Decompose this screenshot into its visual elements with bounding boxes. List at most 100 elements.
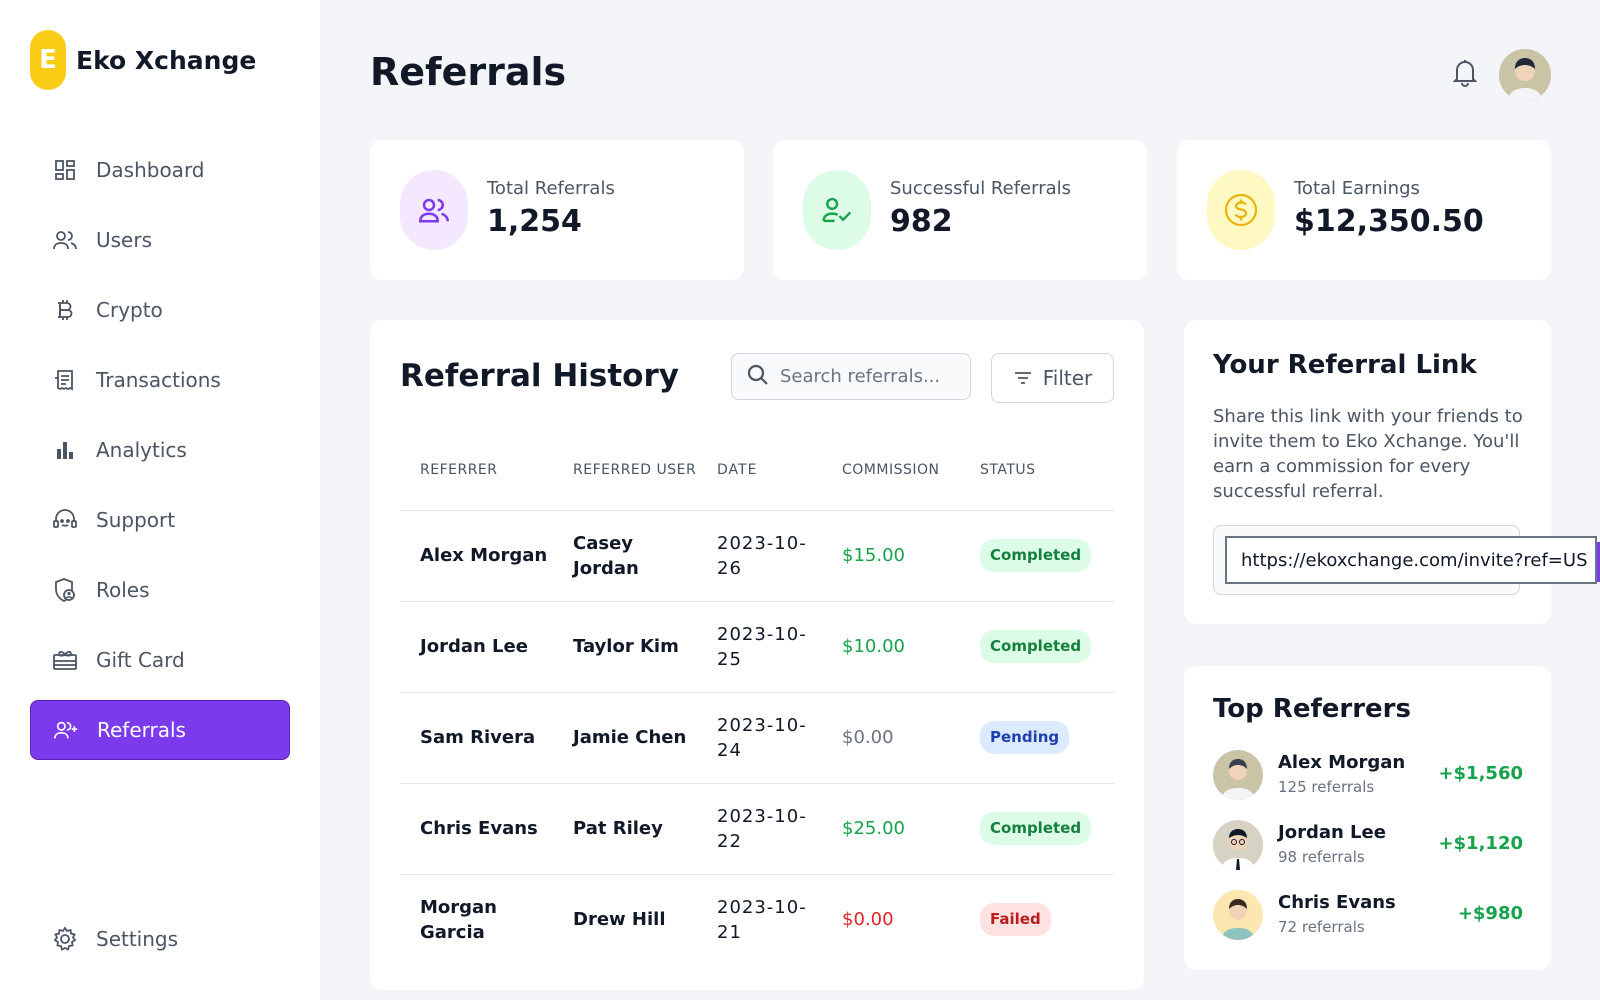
cell-commission: $0.00: [822, 692, 960, 784]
sidebar-item-dashboard[interactable]: Dashboard: [30, 140, 290, 200]
table-row[interactable]: Morgan Garcia Drew Hill 2023-10-21 $0.00…: [400, 874, 1114, 965]
gear-icon: [52, 926, 78, 952]
search-input[interactable]: [780, 366, 960, 387]
cell-referrer: Alex Morgan: [400, 510, 553, 602]
table-header-row: REFERRER REFERRED USER DATE COMMISSION S…: [400, 430, 1114, 511]
avatar: [1213, 890, 1263, 940]
sidebar-item-label: Transactions: [96, 368, 221, 392]
sidebar-item-referrals[interactable]: Referrals: [30, 700, 290, 760]
top-referrer-item[interactable]: Jordan Lee 98 referrals +$1,120: [1213, 820, 1523, 872]
page-title: Referrals: [370, 50, 567, 94]
cell-date: 2023-10-25: [697, 601, 822, 693]
cell-referrer: Morgan Garcia: [420, 896, 498, 943]
top-referrers-card: Top Referrers Alex Morgan 125 referrals …: [1184, 666, 1551, 970]
referral-link-title: Your Referral Link: [1213, 350, 1477, 380]
sidebar-item-transactions[interactable]: Transactions: [30, 350, 290, 410]
stat-label: Total Referrals: [487, 178, 615, 199]
notification-bell-icon[interactable]: [1451, 57, 1479, 87]
sidebar-item-label: Gift Card: [96, 648, 185, 672]
sidebar-item-roles[interactable]: Roles: [30, 560, 290, 620]
stat-value: 1,254: [487, 204, 582, 239]
stat-value: 982: [890, 204, 953, 239]
stat-card-total-referrals: Total Referrals 1,254: [370, 140, 744, 280]
cell-date: 2023-10-24: [697, 692, 822, 784]
sidebar-item-label: Crypto: [96, 298, 163, 322]
cell-commission: $0.00: [842, 909, 894, 931]
sidebar-item-settings[interactable]: Settings: [30, 909, 290, 969]
column-header-commission[interactable]: COMMISSION: [822, 430, 960, 511]
top-referrer-item[interactable]: Chris Evans 72 referrals +$980: [1213, 890, 1523, 942]
brand[interactable]: E Eko Xchange: [30, 30, 256, 90]
cell-referrer: Chris Evans: [400, 783, 553, 875]
receipt-icon: [52, 367, 78, 393]
table-row[interactable]: Jordan Lee Taylor Kim 2023-10-25 $10.00 …: [400, 601, 1114, 693]
referral-history-title: Referral History: [400, 358, 679, 394]
cell-date: 2023-10-21: [717, 896, 807, 943]
cell-status: Failed: [960, 874, 1114, 965]
search-icon: [746, 363, 770, 391]
referral-link-input[interactable]: [1225, 536, 1597, 584]
users-icon: [52, 227, 78, 253]
status-badge: Pending: [980, 721, 1070, 754]
avatar: [1213, 820, 1263, 870]
user-avatar[interactable]: [1499, 49, 1551, 101]
referrer-name: Chris Evans: [1278, 892, 1396, 913]
sidebar-item-crypto[interactable]: Crypto: [30, 280, 290, 340]
column-header-status[interactable]: STATUS: [960, 430, 1114, 511]
users-icon: [400, 170, 468, 250]
cell-referred-user: Drew Hill: [573, 909, 666, 931]
sidebar-item-gift-card[interactable]: Gift Card: [30, 630, 290, 690]
user-check-icon: [803, 170, 871, 250]
search-box[interactable]: [731, 353, 971, 400]
filter-label: Filter: [1042, 366, 1093, 390]
table-row[interactable]: Chris Evans Pat Riley 2023-10-22 $25.00 …: [400, 783, 1114, 875]
sidebar-item-users[interactable]: Users: [30, 210, 290, 270]
gift-card-icon: [52, 647, 78, 673]
cell-referred-user: Taylor Kim: [553, 601, 697, 693]
stat-label: Successful Referrals: [890, 178, 1072, 199]
referrer-name: Alex Morgan: [1278, 752, 1406, 773]
cell-commission: $25.00: [822, 783, 960, 875]
referral-table: REFERRER REFERRED USER DATE COMMISSION S…: [400, 430, 1114, 965]
filter-button[interactable]: Filter: [991, 353, 1114, 403]
stat-card-successful-referrals: Successful Referrals 982: [773, 140, 1147, 280]
cell-referrer: Sam Rivera: [400, 692, 553, 784]
headset-icon: [52, 507, 78, 533]
cell-status: Completed: [960, 601, 1114, 693]
sidebar-item-label: Referrals: [97, 718, 186, 742]
referrer-amount: +$1,560: [1438, 763, 1523, 784]
cell-referred-user: Casey Jordan: [553, 510, 697, 602]
sidebar-item-label: Dashboard: [96, 158, 205, 182]
table-row[interactable]: Alex Morgan Casey Jordan 2023-10-26 $15.…: [400, 510, 1114, 602]
column-header-referrer[interactable]: REFERRER: [400, 430, 553, 511]
cell-status: Pending: [960, 692, 1114, 784]
sidebar: E Eko Xchange Dashboard Users Crypto Tra…: [0, 0, 320, 1000]
column-header-referred-user[interactable]: REFERRED USER: [553, 430, 697, 511]
stat-label: Total Earnings: [1294, 178, 1420, 199]
top-referrers-title: Top Referrers: [1213, 694, 1411, 724]
sidebar-item-label: Analytics: [96, 438, 187, 462]
referrer-count: 125 referrals: [1278, 778, 1375, 796]
referrer-amount: +$1,120: [1438, 833, 1523, 854]
shield-user-icon: [52, 577, 78, 603]
status-badge: Failed: [980, 903, 1051, 937]
table-row[interactable]: Sam Rivera Jamie Chen 2023-10-24 $0.00 P…: [400, 692, 1114, 784]
cell-commission: $10.00: [822, 601, 960, 693]
cell-date: 2023-10-26: [697, 510, 822, 602]
bitcoin-icon: [52, 297, 78, 323]
cell-referrer: Jordan Lee: [400, 601, 553, 693]
column-header-date[interactable]: DATE: [697, 430, 822, 511]
status-badge: Completed: [980, 812, 1092, 845]
avatar: [1213, 750, 1263, 800]
dollar-coin-icon: [1207, 170, 1275, 250]
referral-history-panel: Referral History Filter REFERRER REFERRE…: [370, 320, 1144, 990]
referrer-amount: +$980: [1457, 903, 1523, 924]
sidebar-item-label: Users: [96, 228, 153, 252]
sidebar-item-analytics[interactable]: Analytics: [30, 420, 290, 480]
brand-name: Eko Xchange: [76, 45, 257, 75]
cell-status: Completed: [960, 510, 1114, 602]
sidebar-item-support[interactable]: Support: [30, 490, 290, 550]
referrer-count: 98 referrals: [1278, 848, 1365, 866]
top-referrer-item[interactable]: Alex Morgan 125 referrals +$1,560: [1213, 750, 1523, 802]
filter-icon: [1013, 370, 1033, 386]
